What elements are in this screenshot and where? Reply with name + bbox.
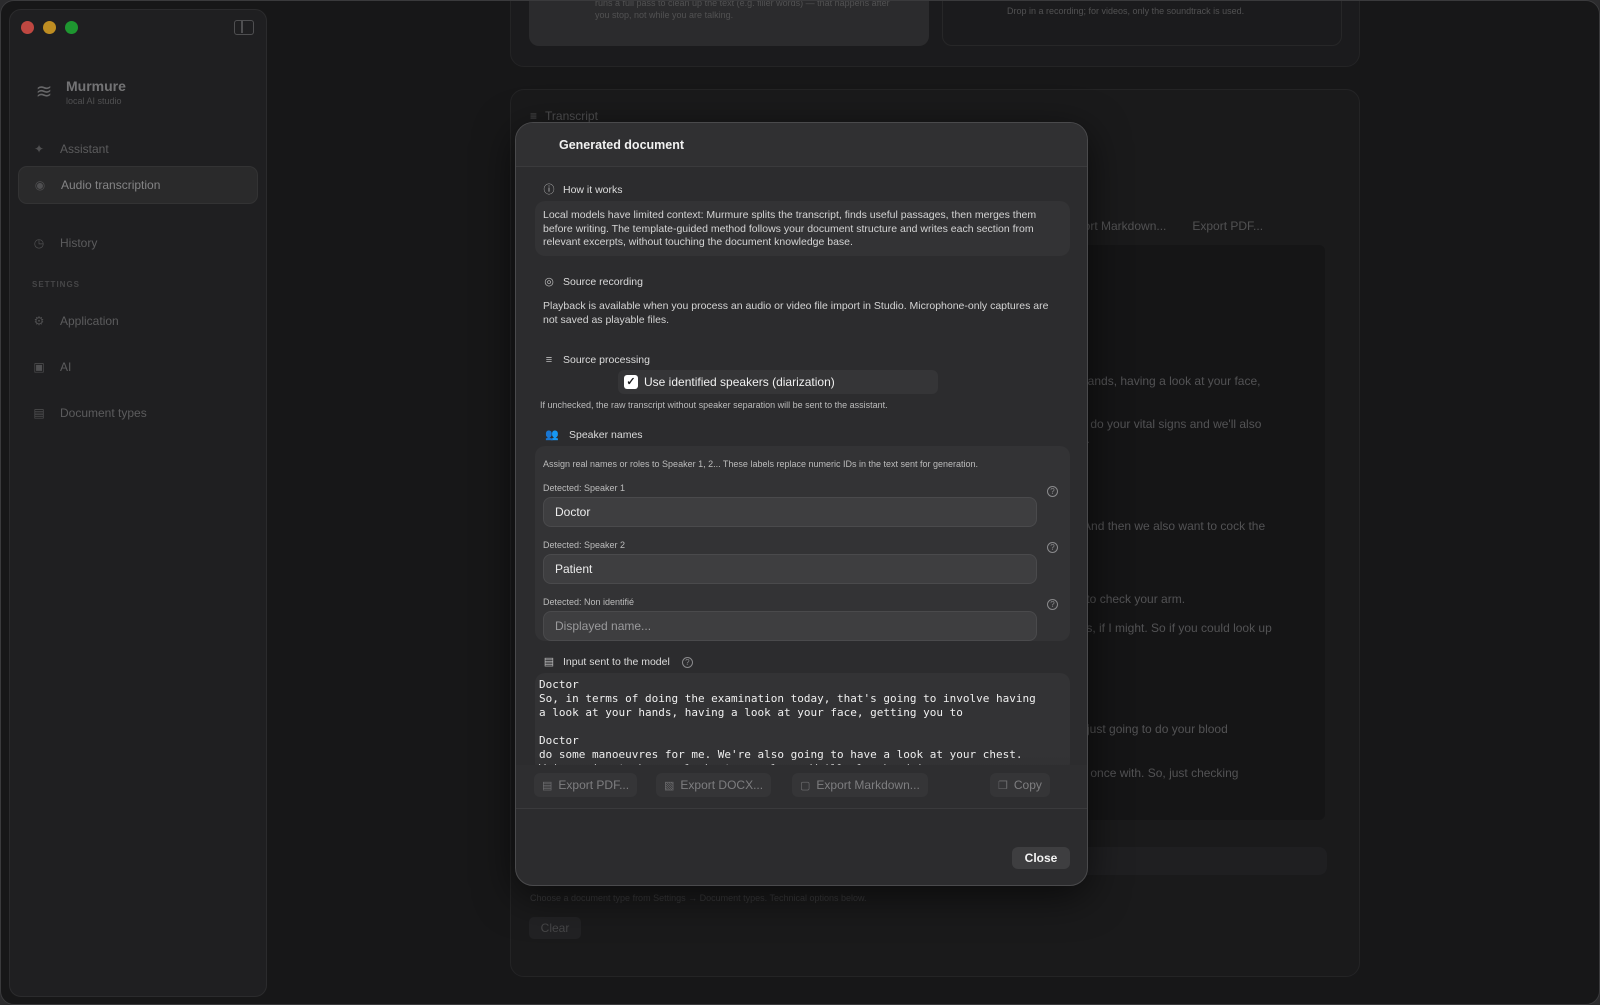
- section-title: How it works: [563, 184, 623, 196]
- export-docx-button[interactable]: ▧ Export DOCX...: [656, 773, 772, 797]
- source-recording-text: Playback is available when you process a…: [543, 300, 1049, 326]
- question-circle-icon: ⓘ: [543, 184, 555, 196]
- speaker-names-description: Assign real names or roles to Speaker 1,…: [543, 459, 979, 469]
- close-button[interactable]: Close: [1012, 847, 1070, 869]
- docx-icon: ▧: [664, 779, 675, 792]
- pdf-icon: ▤: [542, 779, 553, 792]
- button-label: Export DOCX...: [680, 778, 764, 792]
- help-icon[interactable]: ?: [1047, 486, 1058, 497]
- diarization-checkbox[interactable]: ✓: [624, 375, 638, 389]
- speaker-unknown-input[interactable]: Displayed name...: [543, 611, 1037, 641]
- generated-document-dialog: Generated document ⓘ How it works Local …: [515, 122, 1088, 886]
- speaker-1-input[interactable]: Doctor: [543, 497, 1037, 527]
- speaker-unknown-label: Detected: Non identifié: [543, 597, 635, 607]
- diarization-note: If unchecked, the raw transcript without…: [540, 400, 888, 410]
- export-markdown-button[interactable]: ▢ Export Markdown...: [792, 773, 928, 797]
- help-icon[interactable]: ?: [1047, 542, 1058, 553]
- speaker-2-input[interactable]: Patient: [543, 554, 1037, 584]
- help-icon[interactable]: ?: [1047, 599, 1058, 610]
- copy-icon: ❐: [998, 779, 1008, 792]
- record-icon: ◎: [544, 276, 554, 288]
- speaker-1-label: Detected: Speaker 1: [543, 483, 626, 493]
- button-label: Export PDF...: [558, 778, 630, 792]
- speaker-names-header: 👥 Speaker names: [543, 429, 643, 441]
- section-title: Speaker names: [569, 429, 643, 441]
- source-recording-header: ◎ Source recording: [543, 276, 643, 288]
- source-processing-header: ≡ Source processing: [543, 354, 650, 366]
- markdown-icon: ▢: [800, 779, 811, 792]
- diarization-label[interactable]: Use identified speakers (diarization): [644, 375, 835, 389]
- export-actions-bar: ▤ Export PDF... ▧ Export DOCX... ▢ Expor…: [516, 765, 1087, 809]
- help-icon[interactable]: ?: [681, 656, 693, 668]
- people-icon: 👥: [545, 429, 559, 441]
- how-it-works-text: Local models have limited context: Murmu…: [543, 209, 1037, 248]
- diarization-toggle[interactable]: ✓ Use identified speakers (diarization): [618, 370, 938, 394]
- speaker-2-label: Detected: Speaker 2: [543, 540, 626, 550]
- lines-icon: ≡: [545, 354, 553, 366]
- app-window: ≋ Murmure local AI studio ✦ Assistant ◉ …: [0, 0, 1600, 1005]
- section-title: Source recording: [563, 276, 643, 288]
- how-it-works-header: ⓘ How it works: [543, 184, 623, 196]
- document-icon: ▤: [543, 656, 555, 668]
- section-title: Source processing: [563, 354, 650, 366]
- dialog-title: Generated document: [559, 138, 685, 152]
- button-label: Export Markdown...: [816, 778, 920, 792]
- export-pdf-button[interactable]: ▤ Export PDF...: [534, 773, 638, 797]
- section-title: Input sent to the model: [563, 656, 670, 668]
- model-input-header: ▤ Input sent to the model ?: [543, 656, 693, 668]
- copy-button[interactable]: ❐ Copy: [990, 773, 1050, 797]
- button-label: Copy: [1013, 778, 1042, 792]
